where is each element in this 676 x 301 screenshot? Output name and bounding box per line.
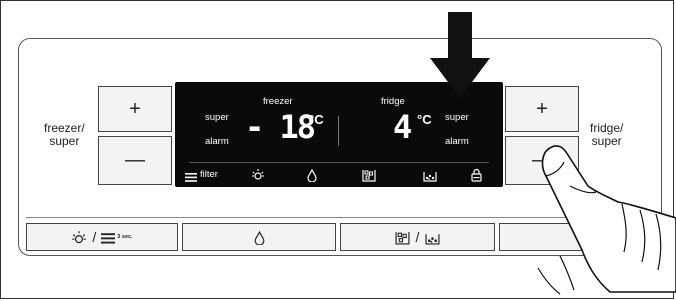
fridge-super-indicator: super <box>445 112 469 123</box>
light-filter-button[interactable]: / 3 sec. <box>26 223 178 251</box>
freezer-super-label: freezer/super <box>44 121 85 148</box>
freezer-minus-button[interactable]: — <box>98 136 172 185</box>
freezer-plus-button[interactable]: + <box>98 86 172 132</box>
light-icon <box>71 228 87 245</box>
fridge-temperature: 4 <box>393 108 412 146</box>
filter-icon <box>101 229 116 245</box>
freezer-unit: °C <box>309 112 324 127</box>
fridge-unit: °C <box>417 112 432 127</box>
ice-separator: / <box>415 229 420 245</box>
hold-duration-label: 3 sec. <box>117 234 133 240</box>
ice-cubes-icon <box>362 166 376 184</box>
ice-type-button[interactable]: / <box>340 223 495 251</box>
display-divider <box>189 162 489 163</box>
display-separator <box>338 116 339 146</box>
pointing-arrow-icon <box>430 12 490 98</box>
fridge-title: fridge <box>381 96 405 107</box>
ice-cubes-icon <box>395 229 410 246</box>
light-filter-separator: / <box>92 229 97 245</box>
freezer-alarm-indicator: alarm <box>205 136 229 147</box>
filter-label: filter <box>200 169 218 180</box>
crushed-ice-icon <box>425 229 440 246</box>
freezer-super-indicator: super <box>205 112 229 123</box>
crushed-ice-icon <box>423 166 437 184</box>
freezer-title: freezer <box>263 96 293 107</box>
lock-icon <box>471 166 482 184</box>
water-drop-icon <box>307 167 317 185</box>
filter-icon <box>185 169 197 187</box>
freezer-temperature: - 18 <box>245 108 316 146</box>
finger-illustration <box>537 145 676 295</box>
fridge-plus-button[interactable]: + <box>505 86 579 132</box>
light-icon <box>251 166 265 184</box>
fridge-alarm-indicator: alarm <box>445 136 469 147</box>
water-drop-icon <box>254 229 265 246</box>
water-button[interactable] <box>182 223 336 251</box>
